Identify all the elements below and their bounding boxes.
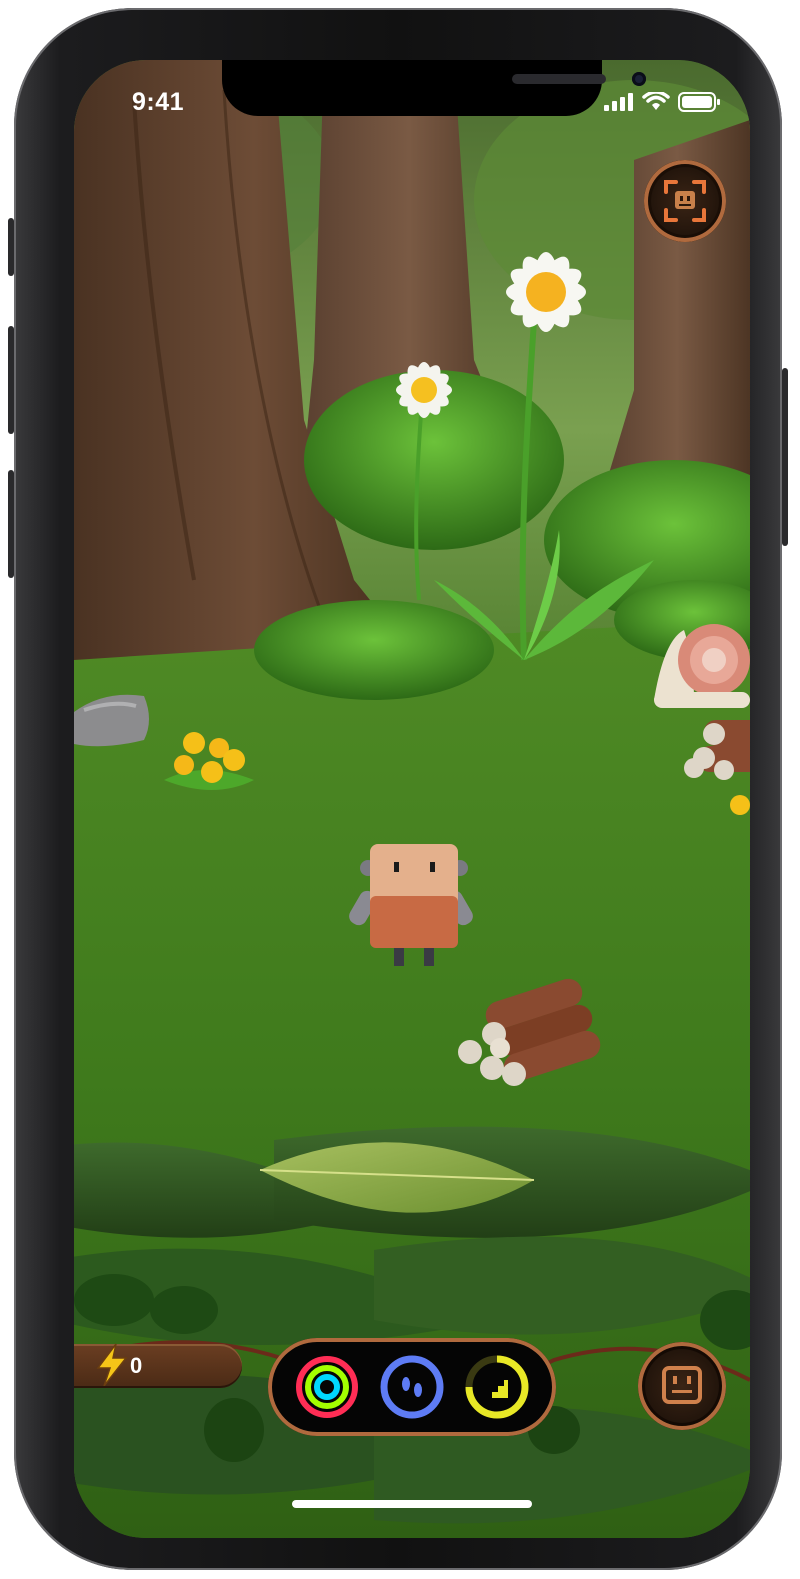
activity-rings-icon [296,1356,358,1418]
wifi-icon [642,92,670,110]
footsteps-icon [380,1355,444,1419]
steps-ring-button[interactable] [379,1354,445,1420]
status-icons [604,92,720,112]
speaker [512,74,606,84]
status-time: 9:41 [132,88,185,116]
forest-scene [74,60,750,1538]
energy-value: 0 [130,1353,143,1378]
game-screen: 9:41 0 [74,60,750,1538]
mute-switch [8,218,14,276]
notch [222,60,646,116]
activity-rings-panel [268,1338,556,1436]
cellular-signal-icon [604,93,633,111]
power-button [782,368,788,546]
lightning-bolt-icon [96,1343,128,1386]
volume-up-button [8,326,14,434]
ar-scan-icon [664,180,706,222]
stairs-icon [465,1355,529,1419]
energy-counter: 0 [74,1343,242,1388]
phone-frame: 9:41 0 [8,8,788,1570]
battery-icon [678,92,720,112]
character-menu-button[interactable] [638,1342,726,1430]
robot-face-icon [662,1366,702,1404]
volume-down-button [8,470,14,578]
stairs-ring-button[interactable] [464,1354,530,1420]
front-camera [632,72,646,86]
activity-ring-button[interactable] [294,1354,360,1420]
ar-scan-button[interactable] [644,160,726,242]
home-indicator[interactable] [292,1500,532,1508]
